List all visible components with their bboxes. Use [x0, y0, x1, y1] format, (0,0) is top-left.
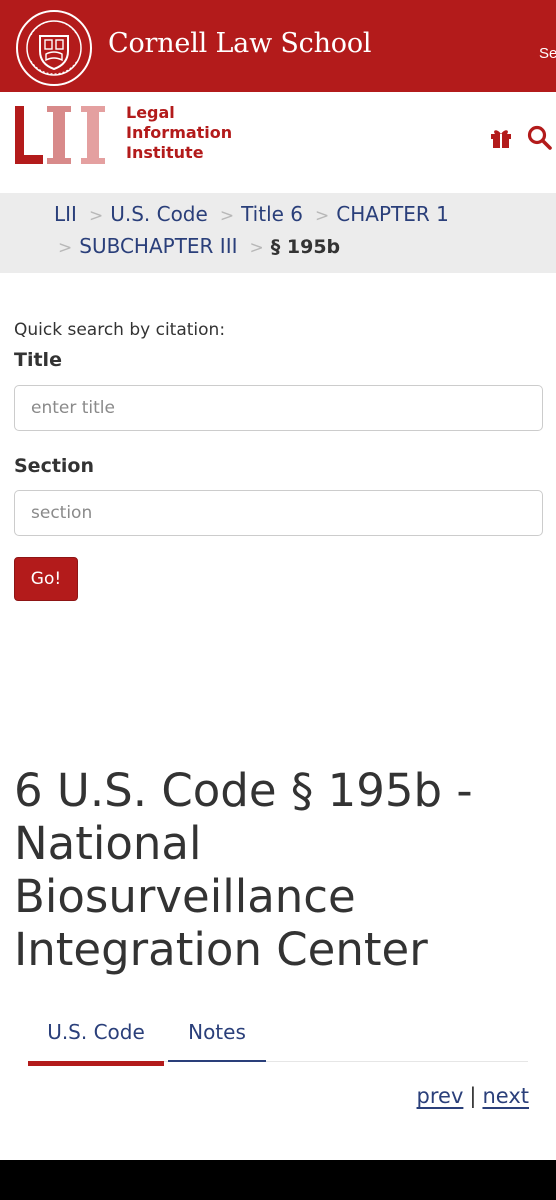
lii-logo[interactable] — [15, 104, 113, 164]
active-tab-indicator — [28, 1061, 164, 1066]
lii-name-line-3: Institute — [126, 143, 204, 162]
search-link[interactable]: Se — [539, 45, 556, 62]
lii-name-line-1: Legal — [126, 103, 175, 122]
breadcrumb-us-code[interactable]: U.S. Code — [110, 202, 208, 226]
lii-header: Legal Information Institute — [0, 92, 556, 193]
cornell-header-bar: Cornell Law School Se — [0, 0, 556, 92]
section-input[interactable] — [14, 490, 543, 536]
go-button[interactable]: Go! — [14, 557, 78, 601]
next-link[interactable]: next — [482, 1084, 529, 1108]
title-input[interactable] — [14, 385, 543, 431]
section-label: Section — [14, 455, 95, 477]
page-title: 6 U.S. Code § 195b - National Biosurveil… — [14, 764, 473, 976]
breadcrumb-separator: > — [249, 238, 264, 258]
lii-name[interactable]: Legal Information Institute — [126, 103, 232, 163]
gift-icon — [491, 130, 511, 148]
breadcrumb: LII > U.S. Code > Title 6 > CHAPTER 1 > SUBCHAP… — [0, 193, 556, 273]
tab-bar: U.S. Code Notes — [28, 1010, 528, 1068]
bottom-bar — [0, 1160, 556, 1200]
breadcrumb-current: § 195b — [270, 236, 341, 258]
breadcrumb-subchapter-iii[interactable]: SUBCHAPTER III — [79, 234, 237, 258]
cornell-seal-icon[interactable] — [15, 9, 93, 87]
title-label: Title — [14, 349, 62, 371]
breadcrumb-separator: > — [315, 206, 330, 226]
prev-link[interactable]: prev — [417, 1084, 464, 1108]
breadcrumb-separator: > — [219, 206, 235, 226]
pager-divider: | — [469, 1084, 477, 1108]
breadcrumb-row-2: > SUBCHAPTER III > § 195b — [58, 234, 340, 258]
breadcrumb-separator: > — [88, 206, 104, 226]
quick-search-heading: Quick search by citation: — [14, 320, 226, 340]
breadcrumb-separator: > — [58, 238, 73, 258]
pager: prev | next — [417, 1084, 529, 1108]
tab-us-code[interactable]: U.S. Code — [28, 1010, 164, 1066]
tab-notes-label: Notes — [188, 1020, 246, 1044]
tab-notes[interactable]: Notes — [168, 1010, 266, 1066]
breadcrumb-chapter-1[interactable]: CHAPTER 1 — [336, 202, 449, 226]
breadcrumb-row-1: LII > U.S. Code > Title 6 > CHAPTER 1 — [54, 202, 449, 226]
search-button[interactable] — [527, 108, 556, 168]
tab-notes-underline — [168, 1060, 266, 1062]
breadcrumb-lii[interactable]: LII — [54, 202, 77, 226]
lii-name-line-2: Information — [126, 123, 233, 142]
search-icon — [527, 125, 552, 150]
breadcrumb-title-6[interactable]: Title 6 — [241, 202, 303, 226]
cornell-law-school-title[interactable]: Cornell Law School — [108, 28, 372, 59]
tab-us-code-label: U.S. Code — [47, 1020, 145, 1044]
donate-button[interactable] — [481, 108, 521, 168]
